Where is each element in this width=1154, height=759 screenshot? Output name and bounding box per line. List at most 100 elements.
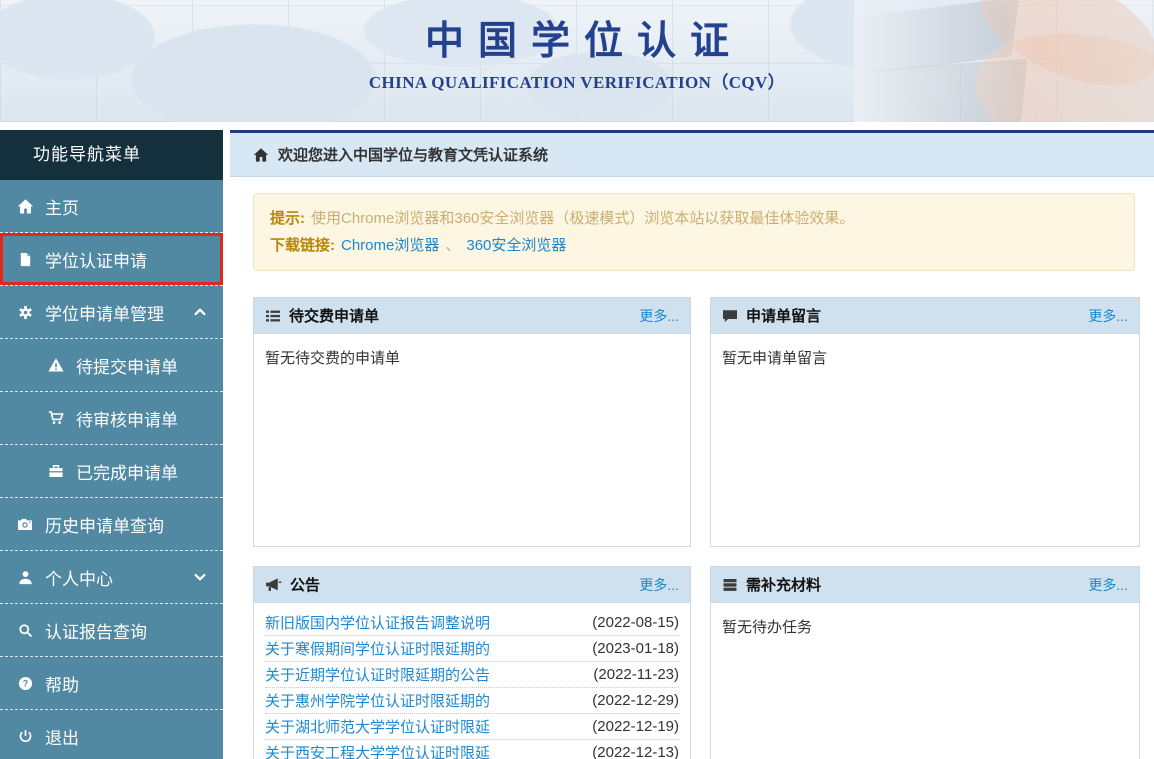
announcement-link[interactable]: 关于湖北师范大学学位认证时限延 — [265, 716, 584, 737]
sidebar-nav: 主页学位认证申请学位申请单管理待提交申请单待审核申请单已完成申请单历史申请单查询… — [0, 180, 223, 759]
browser360-download-link[interactable]: 360安全浏览器 — [466, 237, 566, 254]
sidebar-item-report-query[interactable]: 认证报告查询 — [0, 604, 223, 657]
briefcase-icon — [46, 463, 66, 479]
graduation-cap-shape — [854, 59, 1028, 122]
announcement-link[interactable]: 关于惠州学院学位认证时限延期的 — [265, 690, 584, 711]
sidebar-item-application-manage[interactable]: 学位申请单管理 — [0, 286, 223, 339]
sidebar-item-label: 学位申请单管理 — [45, 300, 164, 325]
announcement-link[interactable]: 关于近期学位认证时限延期的公告 — [265, 664, 585, 685]
more-link[interactable]: 更多... — [1088, 575, 1128, 595]
sidebar-item-label: 退出 — [45, 724, 79, 749]
announcement-date: (2022-12-19) — [592, 718, 679, 735]
sidebar-title: 功能导航菜单 — [0, 130, 223, 180]
panel-messages: 申请单留言 更多... 暂无申请单留言 — [710, 297, 1140, 547]
sidebar: 功能导航菜单 主页学位认证申请学位申请单管理待提交申请单待审核申请单已完成申请单… — [0, 130, 223, 759]
panel-empty-text: 暂无待办任务 — [711, 603, 1139, 759]
sidebar-item-label: 个人中心 — [45, 565, 113, 590]
camera-icon — [15, 516, 35, 532]
file-icon — [15, 252, 35, 267]
sidebar-item-label: 认证报告查询 — [45, 618, 147, 643]
hand-shape — [963, 0, 1154, 110]
sidebar-item-label: 学位认证申请 — [45, 247, 147, 272]
announcement-date: (2022-12-29) — [592, 692, 679, 709]
link-separator: 、 — [445, 237, 460, 254]
sidebar-item-help[interactable]: ?帮助 — [0, 657, 223, 710]
body-row: 功能导航菜单 主页学位认证申请学位申请单管理待提交申请单待审核申请单已完成申请单… — [0, 130, 1154, 759]
help-icon: ? — [15, 676, 35, 691]
cart-icon — [46, 410, 66, 426]
panel-title: 待交费申请单 — [289, 305, 379, 326]
graduation-photo — [854, 0, 1154, 122]
welcome-bar: 欢迎您进入中国学位与教育文凭认证系统 — [230, 133, 1154, 177]
sidebar-item-degree-apply[interactable]: 学位认证申请 — [0, 233, 223, 286]
notice-tip-line: 提示: 使用Chrome浏览器和360安全浏览器（极速模式）浏览本站以获取最佳体验… — [270, 205, 1118, 232]
warning-icon — [46, 357, 66, 373]
sidebar-item-logout[interactable]: 退出 — [0, 710, 223, 759]
svg-text:?: ? — [22, 678, 27, 688]
chrome-download-link[interactable]: Chrome浏览器 — [341, 237, 439, 254]
more-link[interactable]: 更多... — [639, 575, 679, 595]
sidebar-item-label: 主页 — [45, 194, 79, 219]
page: 中国学位认证 CHINA QUALIFICATION VERIFICATION（… — [0, 0, 1154, 759]
notice-tip-text: 使用Chrome浏览器和360安全浏览器（极速模式）浏览本站以获取最佳体验效果。 — [311, 210, 854, 227]
panel-title: 公告 — [290, 574, 320, 595]
sidebar-item-label: 历史申请单查询 — [45, 512, 164, 537]
site-header: 中国学位认证 CHINA QUALIFICATION VERIFICATION（… — [0, 0, 1154, 122]
panel-title: 申请单留言 — [746, 305, 821, 326]
notice-tip-label: 提示: — [270, 210, 305, 227]
home-icon — [15, 198, 35, 215]
main-content: 欢迎您进入中国学位与教育文凭认证系统 提示: 使用Chrome浏览器和360安全浏… — [230, 130, 1154, 759]
gear-icon — [15, 305, 35, 320]
site-title: 中国学位认证 — [369, 10, 799, 66]
list-icon — [265, 308, 281, 324]
sidebar-item-home[interactable]: 主页 — [0, 180, 223, 233]
panel-header: 需补充材料 更多... — [711, 567, 1139, 603]
announcement-link[interactable]: 新旧版国内学位认证报告调整说明 — [265, 612, 584, 633]
sidebar-item-label: 待提交申请单 — [76, 353, 178, 378]
announcement-row: 关于湖北师范大学学位认证时限延 (2022-12-19) — [265, 714, 679, 740]
user-icon — [15, 570, 35, 585]
announcement-list: 新旧版国内学位认证报告调整说明 (2022-08-15) 关于寒假期间学位认证时限延… — [254, 603, 690, 759]
power-icon — [15, 729, 35, 744]
search-icon — [15, 623, 35, 638]
dashboard-panels: 待交费申请单更多...暂无待交费的申请单申请单留言更多...暂无申请单留言公告更… — [253, 297, 1140, 759]
announcement-row: 关于寒假期间学位认证时限延期的 (2023-01-18) — [265, 636, 679, 662]
panel-supplementary: 需补充材料 更多... 暂无待办任务 — [710, 566, 1140, 759]
sidebar-item-history-query[interactable]: 历史申请单查询 — [0, 498, 223, 551]
panel-empty-text: 暂无待交费的申请单 — [254, 334, 690, 546]
more-link[interactable]: 更多... — [1088, 306, 1128, 326]
announcement-date: (2023-01-18) — [592, 640, 679, 657]
notice-download-label: 下载链接: — [270, 237, 335, 254]
announcement-date: (2022-11-23) — [593, 666, 679, 683]
chevron-up-icon[interactable] — [193, 305, 207, 319]
announcement-row: 关于西安工程大学学位认证时限延 (2022-12-13) — [265, 740, 679, 759]
megaphone-icon — [265, 576, 282, 593]
announcement-link[interactable]: 关于西安工程大学学位认证时限延 — [265, 742, 584, 759]
more-link[interactable]: 更多... — [639, 306, 679, 326]
panel-announcements: 公告 更多... 新旧版国内学位认证报告调整说明 (2022-08-15) 关于寒假期间… — [253, 566, 691, 759]
announcement-row: 关于惠州学院学位认证时限延期的 (2022-12-29) — [265, 688, 679, 714]
sidebar-item-personal-center[interactable]: 个人中心 — [0, 551, 223, 604]
announcement-row: 新旧版国内学位认证报告调整说明 (2022-08-15) — [265, 610, 679, 636]
announcement-date: (2022-12-13) — [592, 744, 679, 759]
panel-header: 申请单留言 更多... — [711, 298, 1139, 334]
hand-shape — [963, 13, 1154, 122]
sidebar-item-pending-review[interactable]: 待审核申请单 — [0, 392, 223, 445]
panel-header: 待交费申请单 更多... — [254, 298, 690, 334]
sidebar-item-pending-submit[interactable]: 待提交申请单 — [0, 339, 223, 392]
notice-download-line: 下载链接: Chrome浏览器、 360安全浏览器 — [270, 232, 1118, 259]
sidebar-item-completed[interactable]: 已完成申请单 — [0, 445, 223, 498]
announcement-date: (2022-08-15) — [592, 614, 679, 631]
site-title-block: 中国学位认证 CHINA QUALIFICATION VERIFICATION（… — [369, 10, 785, 93]
panel-title: 需补充材料 — [746, 574, 821, 595]
announcement-row: 关于近期学位认证时限延期的公告 (2022-11-23) — [265, 662, 679, 688]
announcement-link[interactable]: 关于寒假期间学位认证时限延期的 — [265, 638, 584, 659]
welcome-text: 欢迎您进入中国学位与教育文凭认证系统 — [278, 144, 548, 165]
chevron-down-icon[interactable] — [193, 570, 207, 584]
comment-icon — [722, 308, 738, 324]
graduation-cap-shape — [854, 0, 1019, 77]
panel-empty-text: 暂无申请单留言 — [711, 334, 1139, 546]
sidebar-item-label: 待审核申请单 — [76, 406, 178, 431]
home-icon — [253, 147, 269, 163]
panel-pending-payment: 待交费申请单 更多... 暂无待交费的申请单 — [253, 297, 691, 547]
